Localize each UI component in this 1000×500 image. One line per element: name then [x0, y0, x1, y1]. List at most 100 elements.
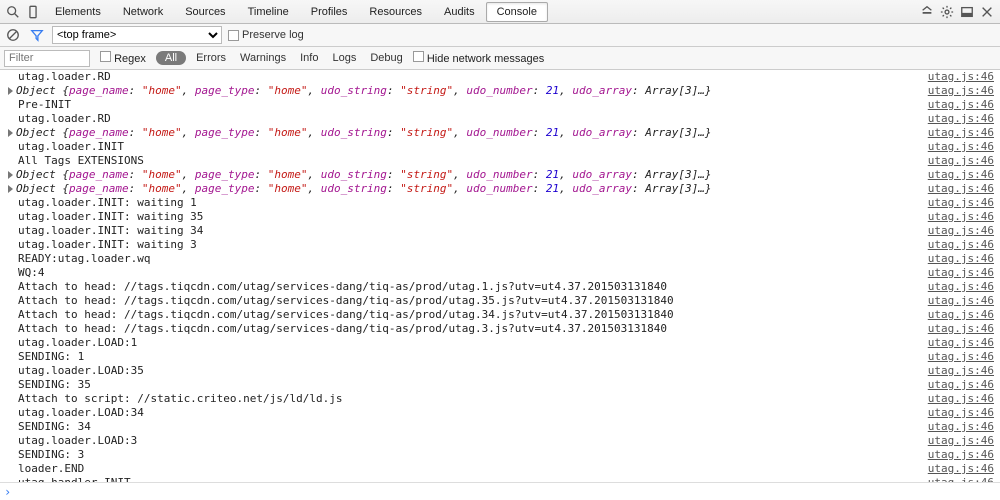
log-message: utag.loader.INIT [4, 140, 928, 154]
log-source-link[interactable]: utag.js:46 [928, 224, 996, 238]
level-all-button[interactable]: All [156, 51, 186, 65]
log-row: utag.loader.LOAD:35utag.js:46 [0, 364, 1000, 378]
log-source-link[interactable]: utag.js:46 [928, 420, 996, 434]
level-errors[interactable]: Errors [196, 52, 226, 64]
log-message: utag.loader.LOAD:1 [4, 336, 928, 350]
log-source-link[interactable]: utag.js:46 [928, 84, 996, 98]
log-source-link[interactable]: utag.js:46 [928, 294, 996, 308]
log-row: loader.ENDutag.js:46 [0, 462, 1000, 476]
log-source-link[interactable]: utag.js:46 [928, 406, 996, 420]
log-message: loader.END [4, 462, 928, 476]
log-row: utag.loader.LOAD:34utag.js:46 [0, 406, 1000, 420]
search-icon[interactable] [4, 3, 22, 21]
log-message: Object {page_name: "home", page_type: "h… [4, 126, 928, 140]
log-message: utag.loader.RD [4, 70, 928, 84]
execution-context-select[interactable]: <top frame> [52, 26, 222, 44]
log-source-link[interactable]: utag.js:46 [928, 154, 996, 168]
log-message: Attach to script: //static.criteo.net/js… [4, 392, 928, 406]
tab-console[interactable]: Console [486, 2, 548, 22]
filter-input[interactable] [4, 50, 90, 67]
log-source-link[interactable]: utag.js:46 [928, 266, 996, 280]
log-row: utag.loader.INIT: waiting 35utag.js:46 [0, 210, 1000, 224]
log-row: utag.handler.INITutag.js:46 [0, 476, 1000, 482]
log-source-link[interactable]: utag.js:46 [928, 462, 996, 476]
tab-timeline[interactable]: Timeline [237, 2, 300, 22]
dock-icon[interactable] [958, 3, 976, 21]
log-source-link[interactable]: utag.js:46 [928, 322, 996, 336]
log-source-link[interactable]: utag.js:46 [928, 126, 996, 140]
log-source-link[interactable]: utag.js:46 [928, 350, 996, 364]
log-message: Attach to head: //tags.tiqcdn.com/utag/s… [4, 322, 928, 336]
log-source-link[interactable]: utag.js:46 [928, 112, 996, 126]
tab-network[interactable]: Network [112, 2, 174, 22]
preserve-log-checkbox[interactable]: Preserve log [228, 29, 304, 41]
log-message: utag.loader.INIT: waiting 1 [4, 196, 928, 210]
log-source-link[interactable]: utag.js:46 [928, 336, 996, 350]
regex-checkbox[interactable]: Regex [100, 51, 146, 65]
log-message: WQ:4 [4, 266, 928, 280]
log-row: READY:utag.loader.wqutag.js:46 [0, 252, 1000, 266]
level-info[interactable]: Info [300, 52, 318, 64]
clear-console-icon[interactable] [4, 26, 22, 44]
log-message: utag.loader.INIT: waiting 3 [4, 238, 928, 252]
log-row: SENDING: 35utag.js:46 [0, 378, 1000, 392]
checkbox-icon [100, 51, 111, 62]
level-warnings[interactable]: Warnings [240, 52, 286, 64]
log-source-link[interactable]: utag.js:46 [928, 378, 996, 392]
log-row: SENDING: 34utag.js:46 [0, 420, 1000, 434]
log-row: Object {page_name: "home", page_type: "h… [0, 182, 1000, 196]
console-filter-bar: Regex All Errors Warnings Info Logs Debug Hi… [0, 47, 1000, 70]
log-row: Object {page_name: "home", page_type: "h… [0, 84, 1000, 98]
checkbox-icon [228, 30, 239, 41]
log-source-link[interactable]: utag.js:46 [928, 98, 996, 112]
log-message: utag.loader.RD [4, 112, 928, 126]
level-debug[interactable]: Debug [370, 52, 402, 64]
log-source-link[interactable]: utag.js:46 [928, 448, 996, 462]
log-row: Attach to script: //static.criteo.net/js… [0, 392, 1000, 406]
tab-elements[interactable]: Elements [44, 2, 112, 22]
log-message: utag.loader.LOAD:3 [4, 434, 928, 448]
hide-network-checkbox[interactable]: Hide network messages [413, 51, 544, 65]
level-logs[interactable]: Logs [332, 52, 356, 64]
close-icon[interactable] [978, 3, 996, 21]
log-message: Pre-INIT [4, 98, 928, 112]
log-message: SENDING: 3 [4, 448, 928, 462]
drawer-toggle-icon[interactable] [918, 3, 936, 21]
log-message: SENDING: 35 [4, 378, 928, 392]
log-message: Object {page_name: "home", page_type: "h… [4, 168, 928, 182]
log-source-link[interactable]: utag.js:46 [928, 70, 996, 84]
log-row: utag.loader.INIT: waiting 34utag.js:46 [0, 224, 1000, 238]
log-message: Attach to head: //tags.tiqcdn.com/utag/s… [4, 308, 928, 322]
log-source-link[interactable]: utag.js:46 [928, 196, 996, 210]
console-prompt[interactable]: › [0, 482, 1000, 500]
filter-funnel-icon[interactable] [28, 26, 46, 44]
log-source-link[interactable]: utag.js:46 [928, 140, 996, 154]
log-source-link[interactable]: utag.js:46 [928, 238, 996, 252]
log-source-link[interactable]: utag.js:46 [928, 182, 996, 196]
log-row: utag.loader.INIT: waiting 3utag.js:46 [0, 238, 1000, 252]
tab-sources[interactable]: Sources [174, 2, 236, 22]
console-context-bar: <top frame> Preserve log [0, 24, 1000, 47]
log-row: Pre-INITutag.js:46 [0, 98, 1000, 112]
console-log-area[interactable]: utag.loader.RDutag.js:46Object {page_nam… [0, 70, 1000, 482]
log-source-link[interactable]: utag.js:46 [928, 252, 996, 266]
log-source-link[interactable]: utag.js:46 [928, 434, 996, 448]
tab-profiles[interactable]: Profiles [300, 2, 359, 22]
tab-audits[interactable]: Audits [433, 2, 486, 22]
settings-gear-icon[interactable] [938, 3, 956, 21]
log-row: utag.loader.LOAD:3utag.js:46 [0, 434, 1000, 448]
device-icon[interactable] [24, 3, 42, 21]
log-source-link[interactable]: utag.js:46 [928, 476, 996, 482]
log-message: utag.loader.LOAD:34 [4, 406, 928, 420]
log-source-link[interactable]: utag.js:46 [928, 364, 996, 378]
log-source-link[interactable]: utag.js:46 [928, 392, 996, 406]
log-row: SENDING: 3utag.js:46 [0, 448, 1000, 462]
log-message: Object {page_name: "home", page_type: "h… [4, 182, 928, 196]
log-source-link[interactable]: utag.js:46 [928, 308, 996, 322]
tab-resources[interactable]: Resources [358, 2, 433, 22]
log-row: utag.loader.INIT: waiting 1utag.js:46 [0, 196, 1000, 210]
log-source-link[interactable]: utag.js:46 [928, 280, 996, 294]
log-message: Object {page_name: "home", page_type: "h… [4, 84, 928, 98]
log-source-link[interactable]: utag.js:46 [928, 168, 996, 182]
log-source-link[interactable]: utag.js:46 [928, 210, 996, 224]
